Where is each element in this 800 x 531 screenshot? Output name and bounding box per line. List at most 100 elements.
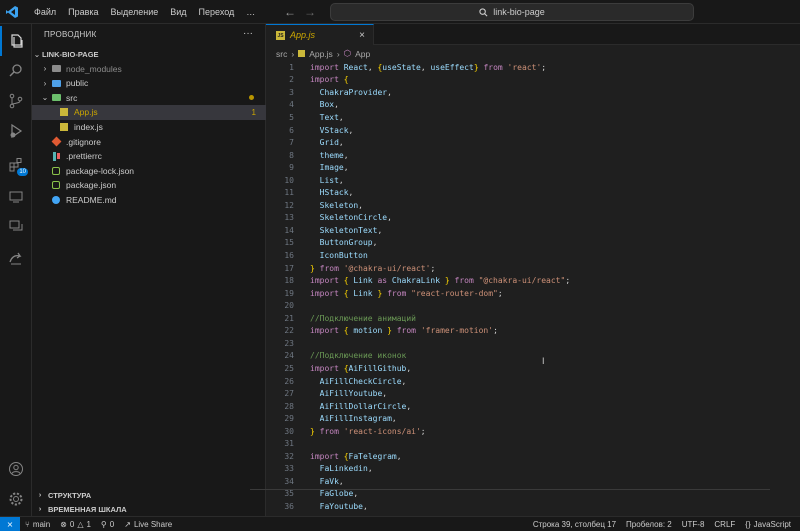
live-share-icon[interactable] bbox=[0, 244, 32, 274]
remote-explorer-icon[interactable] bbox=[0, 182, 32, 212]
tab-app-js[interactable]: JS App.js × bbox=[266, 24, 374, 45]
explorer-icon[interactable] bbox=[0, 26, 32, 56]
chat-icon[interactable] bbox=[0, 212, 32, 242]
live-share-button[interactable]: ↗ Live Share bbox=[119, 520, 177, 529]
line-number: 18 bbox=[284, 276, 294, 286]
code-token: } bbox=[382, 326, 392, 336]
code-text: SkeletonCircle, bbox=[310, 213, 392, 222]
run-debug-icon[interactable] bbox=[0, 116, 32, 146]
tree-item-label: package-lock.json bbox=[66, 165, 135, 176]
tree-item[interactable]: › public bbox=[32, 76, 266, 90]
line-number: 20 bbox=[284, 301, 294, 311]
timeline-panel-label: ВРЕМЕННАЯ ШКАЛА bbox=[48, 504, 127, 514]
code-token: , bbox=[334, 100, 339, 110]
back-arrow-icon[interactable]: ← bbox=[284, 5, 296, 19]
timeline-panel[interactable]: › ВРЕМЕННАЯ ШКАЛА bbox=[32, 502, 266, 516]
tree-item[interactable]: App.js 1 bbox=[32, 105, 266, 120]
workspace-root[interactable]: ⌄ LINK-BIO-PAGE bbox=[32, 47, 266, 61]
code-line: 30} from 'react-icons/ai'; bbox=[266, 425, 800, 438]
indentation[interactable]: Пробелов: 2 bbox=[621, 520, 677, 529]
menu-view[interactable]: Вид bbox=[164, 0, 192, 24]
search-activity-icon[interactable] bbox=[0, 56, 32, 86]
nav-forward: → bbox=[304, 0, 316, 24]
tree-item[interactable]: package-lock.json bbox=[32, 164, 266, 178]
code-text: AiFillInstagram, bbox=[310, 414, 397, 423]
breadcrumb-symbol[interactable]: App bbox=[355, 49, 370, 59]
code-token: ; bbox=[541, 62, 547, 72]
code-text: //Подключение иконок bbox=[310, 351, 406, 360]
info-file-icon bbox=[50, 195, 62, 205]
account-icon[interactable] bbox=[0, 454, 32, 484]
code-token: from bbox=[449, 276, 479, 286]
menu-go[interactable]: Переход bbox=[193, 0, 241, 24]
explorer-title: ПРОВОДНИК bbox=[44, 29, 97, 39]
ports-indicator[interactable]: ⚲ 0 bbox=[96, 520, 119, 529]
forward-arrow-icon[interactable]: → bbox=[304, 5, 316, 19]
problems-indicator[interactable]: ⊗ 0 △ 1 bbox=[55, 520, 96, 529]
language-mode[interactable]: {} JavaScript bbox=[740, 520, 796, 529]
code-token: Link bbox=[353, 276, 373, 286]
code-line: 15 ButtonGroup, bbox=[266, 237, 800, 250]
code-text: ChakraProvider, bbox=[310, 88, 392, 97]
remote-indicator-icon[interactable]: ⨯ bbox=[0, 516, 20, 531]
outline-panel[interactable]: › СТРУКТУРА bbox=[32, 488, 266, 502]
line-endings[interactable]: CRLF bbox=[709, 520, 740, 529]
code-token: , bbox=[382, 389, 388, 399]
code-text: } from 'react-icons/ai'; bbox=[310, 427, 426, 436]
code-token: from bbox=[478, 62, 508, 72]
folder-icon bbox=[50, 93, 62, 103]
menu-file[interactable]: Файл bbox=[28, 0, 62, 24]
code-editor[interactable]: 1 import React, {useState, useEffect} fro… bbox=[266, 61, 800, 516]
line-number: 1 bbox=[289, 62, 294, 72]
folder-icon bbox=[50, 64, 62, 74]
tree-item-label: README.md bbox=[66, 195, 117, 206]
cursor-position[interactable]: Строка 39, столбец 17 bbox=[528, 520, 621, 529]
explorer-more-icon[interactable]: ··· bbox=[243, 28, 253, 39]
source-control-icon[interactable] bbox=[0, 86, 32, 116]
code-token: ; bbox=[493, 326, 498, 336]
code-text: IconButton bbox=[310, 251, 368, 260]
tree-item[interactable]: package.json bbox=[32, 178, 266, 192]
menu-selection[interactable]: Выделение bbox=[105, 0, 165, 24]
breadcrumb-file[interactable]: App.js bbox=[309, 49, 333, 59]
menu-edit[interactable]: Правка bbox=[62, 0, 104, 24]
breadcrumb-src[interactable]: src bbox=[276, 49, 287, 59]
code-line: 31 bbox=[266, 438, 800, 451]
extensions-icon[interactable]: 10 bbox=[0, 150, 32, 180]
branch-indicator[interactable]: ⑂ main bbox=[20, 520, 55, 529]
code-token: SkeletonText bbox=[319, 225, 378, 235]
encoding[interactable]: UTF-8 bbox=[677, 520, 710, 529]
menu-more[interactable]: … bbox=[240, 0, 261, 24]
line-number: 26 bbox=[284, 376, 294, 386]
search-icon bbox=[479, 7, 488, 16]
code-token: , bbox=[353, 489, 359, 499]
editor-tabs: JS App.js × bbox=[266, 24, 800, 45]
code-line: 4 Box, bbox=[266, 99, 800, 112]
manage-gear-icon[interactable] bbox=[0, 484, 32, 514]
tree-item[interactable]: .prettierrc bbox=[32, 149, 266, 163]
tree-item[interactable]: › node_modules bbox=[32, 62, 266, 76]
error-count: 0 bbox=[69, 519, 75, 529]
code-text: } from '@chakra-ui/react'; bbox=[310, 264, 435, 273]
code-token: { bbox=[343, 75, 349, 85]
code-line: 29 AiFillInstagram, bbox=[266, 412, 800, 425]
tree-item[interactable]: index.js bbox=[32, 120, 266, 134]
tree-item[interactable]: README.md bbox=[32, 193, 266, 207]
workspace-root-label: LINK-BIO-PAGE bbox=[42, 49, 99, 59]
code-text: HStack, bbox=[310, 188, 354, 197]
command-center-search[interactable]: link-bio-page bbox=[330, 3, 694, 21]
line-number: 27 bbox=[284, 389, 294, 399]
tree-item[interactable]: .gitignore bbox=[32, 135, 266, 149]
mouse-ibeam-icon: I bbox=[542, 356, 545, 366]
close-icon[interactable]: × bbox=[359, 30, 365, 41]
code-line: 22 import { motion } from 'framer-motion'… bbox=[266, 325, 800, 338]
tree-item[interactable]: ⌄ src bbox=[32, 91, 266, 105]
code-text: Grid, bbox=[310, 138, 344, 147]
tree-item-label: App.js bbox=[74, 107, 98, 118]
